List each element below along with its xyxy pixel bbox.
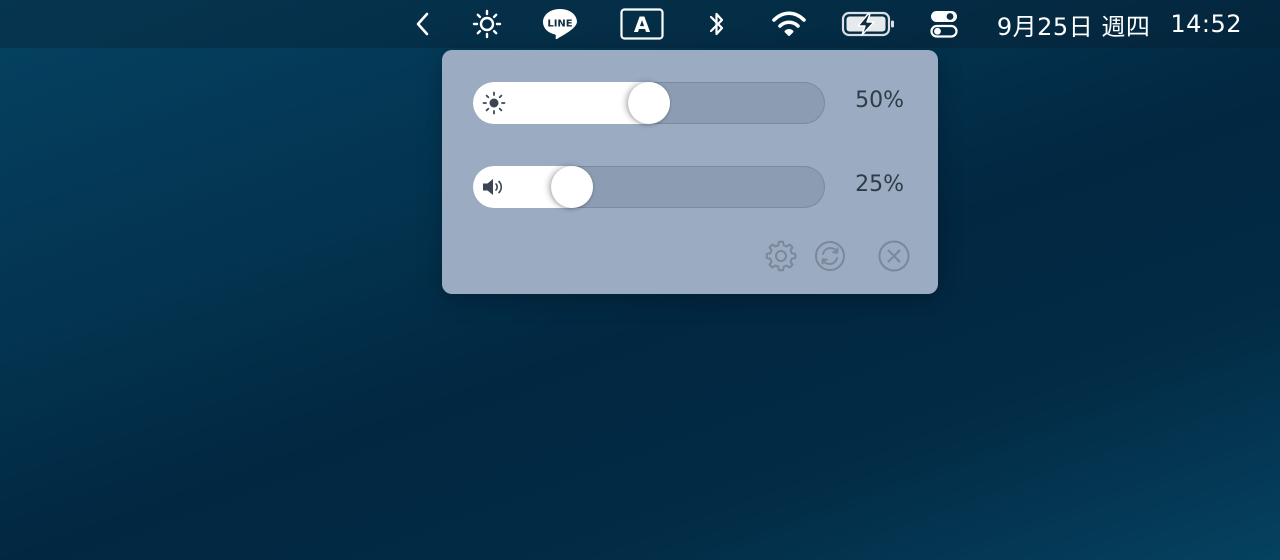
menu-bar-date: 9月25日 週四 [996,12,1151,41]
settings-gear-icon[interactable] [765,240,797,272]
close-icon[interactable] [878,240,910,272]
sun-icon [481,91,507,115]
volume-slider-knob[interactable] [550,166,593,208]
wifi-icon[interactable] [770,0,808,48]
menu-bar-clock[interactable]: 9月25日 週四 14:52 [997,0,1242,48]
control-center-icon[interactable] [928,0,960,48]
volume-percent: 25% [855,172,904,197]
brightness-icon[interactable] [470,0,504,48]
line-app-icon[interactable]: LINE [540,0,580,48]
speaker-icon [481,175,507,199]
menu-bar-time: 14:52 [1170,10,1242,38]
brightness-slider-knob[interactable] [628,82,670,124]
volume-slider[interactable] [473,166,825,208]
brightness-percent: 50% [855,88,904,113]
brightness-slider[interactable] [473,82,825,124]
brightness-volume-panel: 50% 25% [442,50,938,294]
refresh-icon[interactable] [814,240,846,272]
input-source-icon[interactable]: A [620,0,664,48]
input-source-label: A [634,13,651,37]
bluetooth-icon[interactable] [704,0,730,48]
battery-charging-icon[interactable] [840,0,896,48]
chevron-left-icon[interactable] [408,0,438,48]
menu-bar: LINE A 9月25日 週四 14:52 [0,0,1280,48]
line-app-label: LINE [547,19,572,30]
